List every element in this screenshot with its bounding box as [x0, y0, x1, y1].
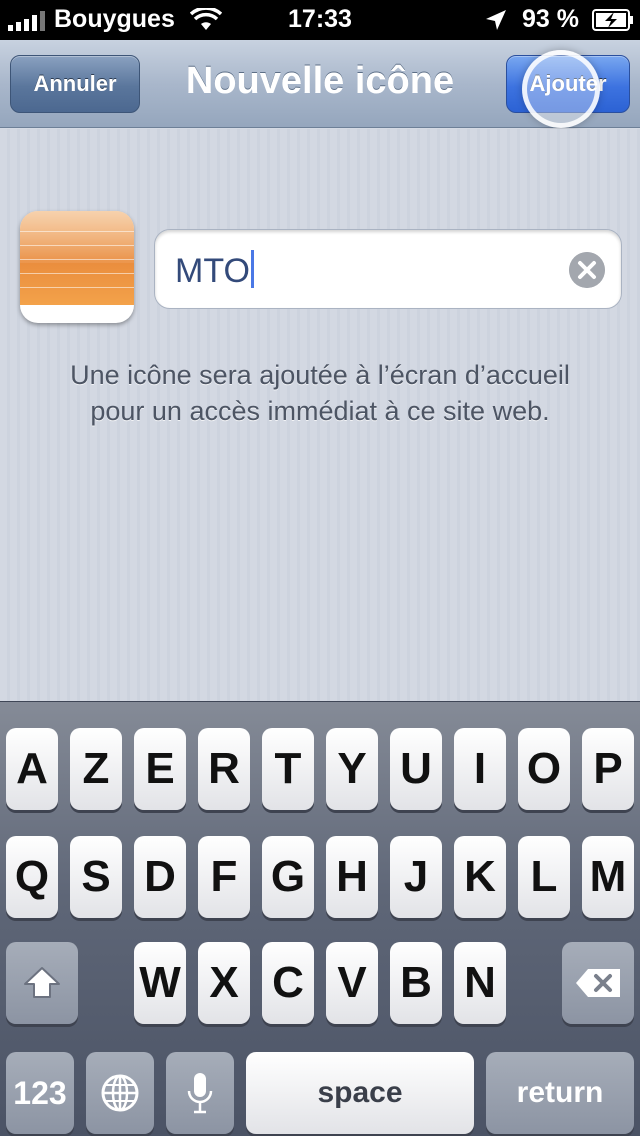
- key-p[interactable]: P: [582, 728, 634, 810]
- key-m[interactable]: M: [582, 836, 634, 918]
- return-key[interactable]: return: [486, 1052, 634, 1134]
- key-c[interactable]: C: [262, 942, 314, 1024]
- key-g[interactable]: G: [262, 836, 314, 918]
- delete-key[interactable]: [562, 942, 634, 1024]
- backspace-icon: [576, 969, 620, 997]
- key-i[interactable]: I: [454, 728, 506, 810]
- touch-indicator: [522, 50, 600, 128]
- keyboard: A Z E R T Y U I O P Q S D F G H J K L M …: [0, 701, 640, 1136]
- key-q[interactable]: Q: [6, 836, 58, 918]
- status-bar: Bouygues 17:33 93 %: [0, 0, 640, 40]
- info-line-2: pour un accès immédiat à ce site web.: [90, 396, 550, 426]
- info-line-1: Une icône sera ajoutée à l’écran d’accue…: [70, 360, 570, 390]
- key-x[interactable]: X: [198, 942, 250, 1024]
- text-cursor: [250, 250, 254, 288]
- dictation-key[interactable]: [166, 1052, 234, 1134]
- key-e[interactable]: E: [134, 728, 186, 810]
- key-h[interactable]: H: [326, 836, 378, 918]
- key-v[interactable]: V: [326, 942, 378, 1024]
- key-u[interactable]: U: [390, 728, 442, 810]
- key-d[interactable]: D: [134, 836, 186, 918]
- icon-name-field[interactable]: MTO: [154, 229, 622, 309]
- key-o[interactable]: O: [518, 728, 570, 810]
- key-s[interactable]: S: [70, 836, 122, 918]
- space-key[interactable]: space: [246, 1052, 474, 1134]
- shift-key[interactable]: [6, 942, 78, 1024]
- microphone-icon: [187, 1073, 213, 1114]
- info-text: Une icône sera ajoutée à l’écran d’accue…: [30, 357, 610, 429]
- key-y[interactable]: Y: [326, 728, 378, 810]
- key-n[interactable]: N: [454, 942, 506, 1024]
- key-z[interactable]: Z: [70, 728, 122, 810]
- key-f[interactable]: F: [198, 836, 250, 918]
- webclip-icon-preview: [20, 211, 134, 323]
- key-b[interactable]: B: [390, 942, 442, 1024]
- battery-charging-icon: [592, 9, 633, 31]
- key-a[interactable]: A: [6, 728, 58, 810]
- location-arrow-icon: [486, 10, 506, 30]
- key-j[interactable]: J: [390, 836, 442, 918]
- key-k[interactable]: K: [454, 836, 506, 918]
- numbers-key[interactable]: 123: [6, 1052, 74, 1134]
- globe-key[interactable]: [86, 1052, 154, 1134]
- key-t[interactable]: T: [262, 728, 314, 810]
- shift-arrow-icon: [24, 967, 60, 998]
- key-l[interactable]: L: [518, 836, 570, 918]
- icon-name-value: MTO: [175, 250, 254, 291]
- content-area: MTO Une icône sera ajoutée à l’écran d’a…: [0, 129, 640, 701]
- key-w[interactable]: W: [134, 942, 186, 1024]
- battery-percentage: 93 %: [522, 5, 579, 33]
- globe-icon: [101, 1074, 139, 1112]
- key-r[interactable]: R: [198, 728, 250, 810]
- clear-text-icon[interactable]: [569, 252, 605, 288]
